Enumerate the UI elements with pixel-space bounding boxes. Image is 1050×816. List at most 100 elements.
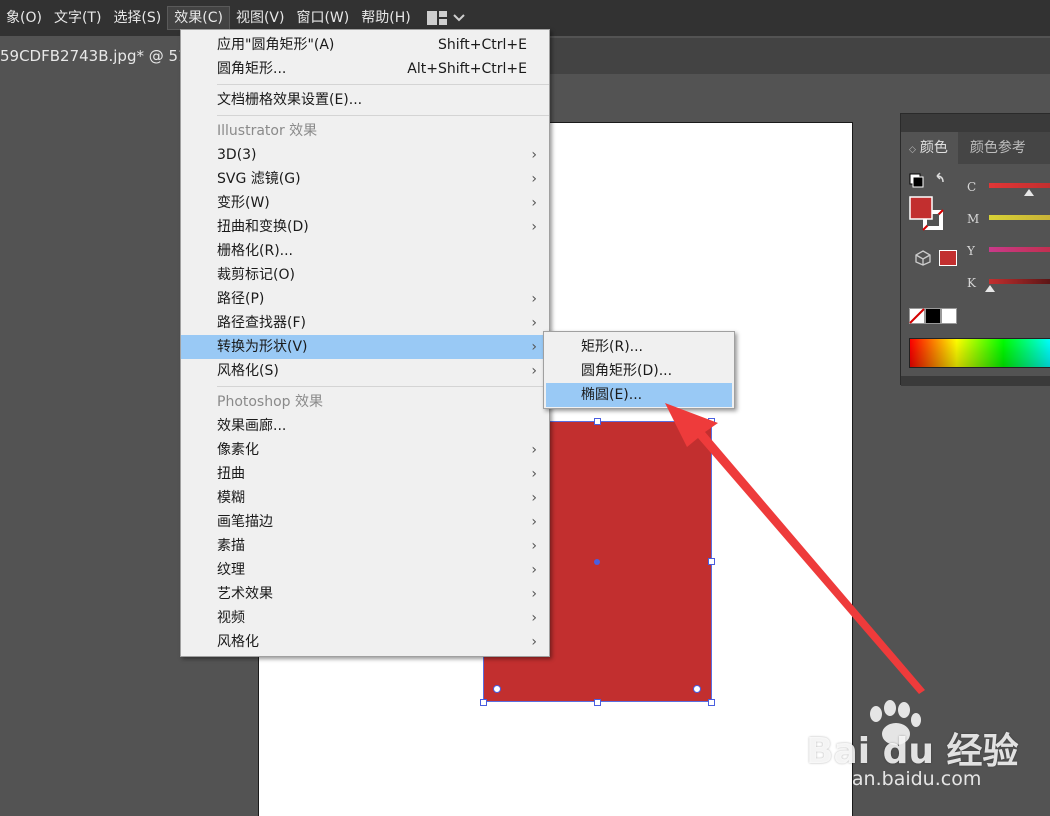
- menu-item-raster-settings[interactable]: 文档栅格效果设置(E)...: [181, 88, 549, 112]
- menu-item-label: 转换为形状(V): [217, 339, 308, 355]
- menu-item-ps-stylize[interactable]: 风格化 ›: [181, 630, 549, 654]
- last-effect-label: 圆角矩形...: [217, 61, 287, 77]
- chevron-right-icon: ›: [531, 291, 537, 307]
- chevron-right-icon: ›: [531, 315, 537, 331]
- menu-item-label: 效果画廊...: [217, 418, 287, 434]
- menu-item-distort-transform[interactable]: 扭曲和变换(D) ›: [181, 215, 549, 239]
- slider-k-thumb[interactable]: [985, 285, 995, 292]
- menu-item-convert-to-shape[interactable]: 转换为形状(V) ›: [181, 335, 549, 359]
- menu-item-texture[interactable]: 纹理 ›: [181, 558, 549, 582]
- resize-handle-bottom-right[interactable]: [708, 699, 715, 706]
- menu-item-label: 素描: [217, 538, 245, 554]
- menu-window[interactable]: 窗口(W): [290, 6, 355, 30]
- submenu-item-ellipse[interactable]: 椭圆(E)...: [546, 383, 732, 407]
- corner-widget-bottom-right[interactable]: [693, 685, 701, 693]
- resize-handle-right[interactable]: [708, 558, 715, 565]
- menu-item-path[interactable]: 路径(P) ›: [181, 287, 549, 311]
- chevron-right-icon: ›: [531, 466, 537, 482]
- menu-item-effect-gallery[interactable]: 效果画廊...: [181, 414, 549, 438]
- white-swatch[interactable]: [941, 308, 957, 324]
- apply-last-label: 应用"圆角矩形"(A): [217, 37, 335, 53]
- menu-effect[interactable]: 效果(C): [167, 6, 230, 30]
- slider-k-label: K: [967, 276, 976, 290]
- chevron-right-icon: ›: [531, 363, 537, 379]
- menu-item-apply-last-effect[interactable]: 应用"圆角矩形"(A) Shift+Ctrl+E: [181, 33, 549, 57]
- menu-item-3d[interactable]: 3D(3) ›: [181, 143, 549, 167]
- menu-separator: [217, 386, 549, 387]
- menu-separator: [217, 84, 549, 85]
- photoshop-effects-header: Photoshop 效果: [217, 394, 324, 410]
- menu-item-label: 像素化: [217, 442, 259, 458]
- menu-item-sketch[interactable]: 素描 ›: [181, 534, 549, 558]
- resize-handle-bottom[interactable]: [594, 699, 601, 706]
- panel-header[interactable]: [901, 114, 1050, 132]
- apply-last-shortcut: Shift+Ctrl+E: [437, 37, 527, 53]
- chevron-right-icon: ›: [531, 610, 537, 626]
- submenu-item-rectangle[interactable]: 矩形(R)...: [546, 335, 732, 359]
- menu-item-label: 风格化: [217, 634, 259, 650]
- center-point: [594, 559, 600, 565]
- menu-item-pixelate[interactable]: 像素化 ›: [181, 438, 549, 462]
- chevron-right-icon: ›: [531, 634, 537, 650]
- menu-item-brush-strokes[interactable]: 画笔描边 ›: [181, 510, 549, 534]
- cube-icon[interactable]: [915, 250, 931, 266]
- chevron-right-icon: ›: [531, 147, 537, 163]
- chevron-right-icon: ›: [531, 514, 537, 530]
- menu-item-label: 模糊: [217, 490, 245, 506]
- menu-object[interactable]: 象(O): [0, 6, 48, 30]
- none-swatch-icon[interactable]: [909, 308, 925, 324]
- fill-stroke-widget[interactable]: [909, 172, 949, 236]
- chevron-right-icon: ›: [531, 586, 537, 602]
- black-swatch[interactable]: [925, 308, 941, 324]
- color-spectrum[interactable]: [909, 338, 1050, 368]
- chevron-right-icon: ›: [531, 219, 537, 235]
- workspace-switcher[interactable]: [426, 11, 465, 25]
- resize-handle-bottom-left[interactable]: [480, 699, 487, 706]
- menu-item-svg-filters[interactable]: SVG 滤镜(G) ›: [181, 167, 549, 191]
- menu-item-last-effect[interactable]: 圆角矩形... Alt+Shift+Ctrl+E: [181, 57, 549, 81]
- tab-color[interactable]: ◇ 颜色: [901, 132, 958, 164]
- menu-item-artistic[interactable]: 艺术效果 ›: [181, 582, 549, 606]
- menu-item-rasterize[interactable]: 栅格化(R)...: [181, 239, 549, 263]
- menu-item-label: 栅格化(R)...: [217, 243, 294, 259]
- menu-view[interactable]: 视图(V): [230, 6, 291, 30]
- menu-item-video[interactable]: 视频 ›: [181, 606, 549, 630]
- slider-c-thumb[interactable]: [1024, 189, 1034, 196]
- chevron-down-icon: [452, 14, 465, 22]
- menu-separator: [217, 115, 549, 116]
- resize-handle-top[interactable]: [594, 418, 601, 425]
- menu-item-label: 路径(P): [217, 291, 265, 307]
- menu-item-distort[interactable]: 扭曲 ›: [181, 462, 549, 486]
- chevron-right-icon: ›: [531, 562, 537, 578]
- chevron-right-icon: ›: [531, 195, 537, 211]
- menu-item-blur[interactable]: 模糊 ›: [181, 486, 549, 510]
- menu-item-label: 变形(W): [217, 195, 270, 211]
- menu-item-stylize[interactable]: 风格化(S) ›: [181, 359, 549, 383]
- menu-item-label: 3D(3): [217, 147, 257, 163]
- menu-item-warp[interactable]: 变形(W) ›: [181, 191, 549, 215]
- slider-k[interactable]: K: [967, 276, 1050, 292]
- resize-handle-top-right[interactable]: [708, 418, 715, 425]
- slider-m[interactable]: M: [967, 212, 1050, 226]
- menu-type[interactable]: 文字(T): [48, 6, 107, 30]
- corner-widget-bottom-left[interactable]: [493, 685, 501, 693]
- menu-select[interactable]: 选择(S): [107, 6, 167, 30]
- menu-item-crop-marks[interactable]: 裁剪标记(O): [181, 263, 549, 287]
- slider-c[interactable]: C: [967, 180, 1050, 196]
- last-effect-shortcut: Alt+Shift+Ctrl+E: [407, 61, 527, 77]
- document-tab[interactable]: 59CDFB2743B.jpg* @ 51: [0, 38, 200, 74]
- chevron-right-icon: ›: [531, 339, 537, 355]
- watermark-logo-text: Bai du 经验: [806, 731, 1019, 772]
- menu-help[interactable]: 帮助(H): [355, 6, 416, 30]
- tab-color-guide[interactable]: 颜色参考: [958, 132, 1036, 164]
- slider-y-label: Y: [967, 244, 975, 258]
- slider-y[interactable]: Y: [967, 244, 1050, 258]
- menu-item-pathfinder[interactable]: 路径查找器(F) ›: [181, 311, 549, 335]
- menu-item-label: 裁剪标记(O): [217, 267, 295, 283]
- submenu-item-rounded-rectangle[interactable]: 圆角矩形(D)...: [546, 359, 732, 383]
- panel-tabs: ◇ 颜色 颜色参考: [901, 132, 1050, 164]
- collapse-icon: ◇: [909, 145, 916, 155]
- in-gamut-swatch[interactable]: [939, 250, 957, 266]
- menu-item-label: 纹理: [217, 562, 245, 578]
- menu-item-label: 艺术效果: [217, 586, 273, 602]
